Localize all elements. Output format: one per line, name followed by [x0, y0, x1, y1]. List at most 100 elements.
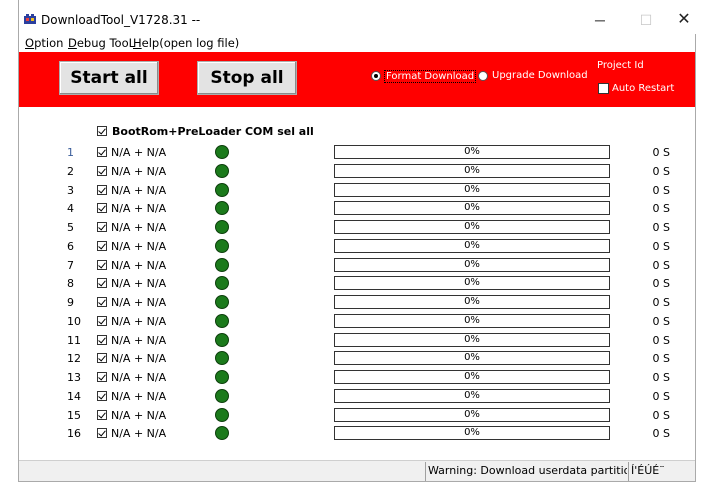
select-all-check-icon[interactable] — [97, 126, 107, 136]
format-download-radio[interactable]: Format Download — [371, 70, 477, 84]
progress-bar: 0% — [334, 370, 610, 384]
port-row: 13 N/A + N/A 0% 0 S — [19, 368, 695, 387]
progress-percent: 0% — [464, 371, 480, 382]
menu-bar: Option Debug TooL Help(open log file) — [19, 34, 697, 52]
menu-option-label: ption — [34, 36, 64, 50]
progress-percent: 0% — [464, 239, 480, 251]
port-checkbox[interactable] — [97, 222, 107, 232]
port-name: N/A + N/A — [111, 258, 167, 272]
port-row: 8 N/A + N/A 0% 0 S — [19, 274, 695, 293]
port-number: 12 — [67, 352, 81, 366]
port-checkbox[interactable] — [97, 165, 107, 176]
port-checkbox[interactable] — [97, 353, 107, 364]
port-row: 16 N/A + N/A 0% 0 S — [19, 424, 695, 443]
port-name: N/A + N/A — [111, 333, 167, 347]
minimize-icon[interactable]: ─ — [585, 10, 615, 30]
port-row: 5 N/A + N/A 0% 0 S — [19, 218, 695, 237]
port-name: N/A + N/A — [111, 389, 167, 403]
status-led-icon — [215, 370, 229, 384]
port-checkbox[interactable] — [97, 409, 107, 420]
format-download-radio-dot[interactable] — [371, 71, 381, 81]
port-row: 1 N/A + N/A 0% 0 S — [19, 143, 695, 162]
progress-percent: 0% — [464, 146, 480, 157]
port-checkbox[interactable] — [97, 297, 107, 307]
app-icon — [24, 14, 36, 24]
port-checkbox[interactable] — [97, 147, 107, 157]
port-checkbox[interactable] — [97, 184, 107, 195]
elapsed-time: 0 S — [652, 221, 670, 234]
port-name: N/A + N/A — [111, 296, 167, 309]
port-row: 6 N/A + N/A 0% 0 S — [19, 237, 695, 256]
port-number: 11 — [67, 333, 81, 347]
menu-debug-accel: D — [68, 36, 77, 50]
progress-bar: 0% — [334, 351, 610, 366]
menu-help[interactable]: Help(open log file) — [133, 36, 239, 50]
port-name: N/A + N/A — [111, 371, 167, 384]
port-number: 15 — [67, 408, 81, 422]
progress-percent: 0% — [464, 352, 480, 364]
menu-help-label: elp(open log file) — [141, 36, 240, 50]
status-led-icon — [215, 295, 229, 309]
progress-bar: 0% — [334, 332, 610, 347]
elapsed-time: 0 S — [652, 202, 670, 216]
elapsed-time: 0 S — [652, 183, 670, 197]
stop-all-button[interactable]: Stop all — [197, 61, 297, 95]
upgrade-download-radio[interactable]: Upgrade Download — [478, 70, 588, 84]
elapsed-time: 0 S — [652, 333, 670, 347]
port-checkbox[interactable] — [97, 334, 107, 345]
auto-restart-box[interactable] — [598, 83, 609, 94]
progress-percent: 0% — [464, 296, 480, 307]
port-row: 3 N/A + N/A 0% 0 S — [19, 181, 695, 200]
progress-bar: 0% — [334, 201, 610, 216]
port-row: 10 N/A + N/A 0% 0 S — [19, 312, 695, 331]
port-checkbox[interactable] — [97, 315, 107, 326]
menu-help-accel: H — [133, 36, 142, 50]
port-checkbox[interactable] — [97, 278, 107, 289]
port-checkbox[interactable] — [97, 240, 107, 251]
download-tool-window: DownloadTool_V1728.31 -- ─ ☐ ✕ Option De… — [18, 0, 697, 482]
elapsed-time: 0 S — [652, 258, 670, 272]
port-number: 2 — [67, 164, 74, 178]
progress-percent: 0% — [464, 258, 480, 270]
project-id-label: Project Id — [597, 60, 644, 71]
status-led-icon — [215, 238, 229, 253]
progress-percent: 0% — [464, 277, 480, 289]
status-led-icon — [215, 351, 229, 366]
port-name: N/A + N/A — [111, 277, 167, 291]
status-led-icon — [215, 201, 229, 216]
progress-bar: 0% — [334, 407, 610, 422]
elapsed-time: 0 S — [652, 389, 670, 403]
status-message: Warning: Download userdata partition,wil… — [425, 462, 627, 481]
status-led-icon — [215, 276, 229, 291]
maximize-icon[interactable]: ☐ — [631, 10, 661, 30]
port-number: 10 — [67, 314, 81, 328]
progress-bar: 0% — [334, 257, 610, 272]
port-name: N/A + N/A — [111, 202, 167, 216]
port-checkbox[interactable] — [97, 428, 107, 439]
port-checkbox[interactable] — [97, 203, 107, 214]
port-checkbox[interactable] — [97, 259, 107, 270]
title-bar[interactable]: DownloadTool_V1728.31 -- ─ ☐ ✕ — [19, 0, 697, 34]
progress-bar: 0% — [334, 145, 610, 159]
port-name: N/A + N/A — [111, 427, 167, 441]
port-number: 1 — [67, 146, 74, 159]
port-checkbox[interactable] — [97, 390, 107, 401]
elapsed-time: 0 S — [652, 371, 670, 384]
auto-restart-label: Auto Restart — [612, 83, 675, 94]
port-row: 12 N/A + N/A 0% 0 S — [19, 349, 695, 368]
upgrade-download-label: Upgrade Download — [492, 70, 588, 81]
elapsed-time: 0 S — [652, 296, 670, 309]
menu-option-accel: O — [25, 36, 35, 50]
status-led-icon — [215, 407, 229, 422]
port-row: 4 N/A + N/A 0% 0 S — [19, 199, 695, 218]
status-led-icon — [215, 388, 229, 403]
start-all-button[interactable]: Start all — [59, 61, 159, 95]
port-name: N/A + N/A — [111, 239, 167, 253]
port-checkbox[interactable] — [97, 372, 107, 382]
close-icon[interactable]: ✕ — [669, 10, 699, 30]
menu-debug-tool[interactable]: Debug TooL — [68, 36, 135, 50]
status-led-icon — [215, 426, 229, 441]
status-extra: Í'ÉÚÉ¨ — [628, 462, 695, 481]
menu-option[interactable]: Option — [25, 36, 63, 50]
upgrade-download-radio-dot[interactable] — [478, 71, 488, 81]
